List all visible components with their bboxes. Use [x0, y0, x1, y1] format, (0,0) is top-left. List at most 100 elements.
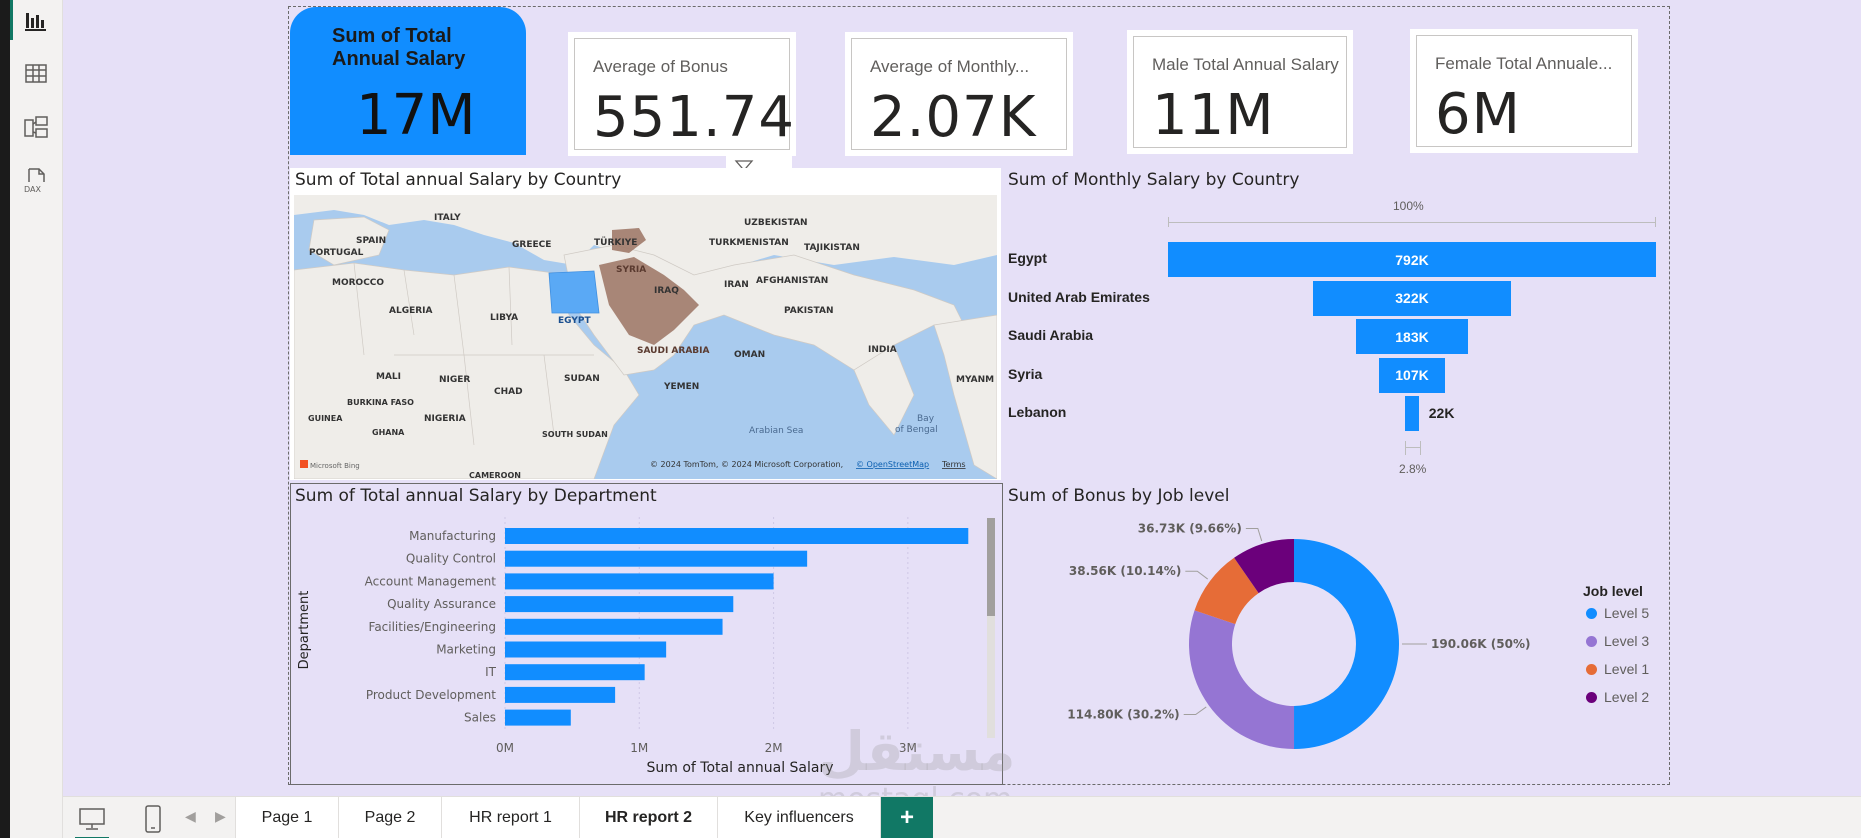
- avg-bonus-card[interactable]: Average of Bonus 551.74: [574, 38, 794, 150]
- female-total-card[interactable]: Female Total Annuale... 6M: [1416, 35, 1632, 147]
- female-total-value: 6M: [1435, 82, 1521, 147]
- report-view-icon[interactable]: [22, 8, 50, 36]
- dept-bar[interactable]: [505, 709, 571, 726]
- legend-dot-icon: [1586, 691, 1597, 703]
- map-label: MOROCCO: [332, 278, 384, 288]
- dept-category-label: Sales: [464, 711, 496, 725]
- legend-item[interactable]: Level 2: [1586, 689, 1649, 705]
- donut-data-label: 36.73K (9.66%): [1138, 522, 1242, 536]
- dept-category-label: IT: [485, 665, 497, 679]
- dax-label: DAX: [24, 185, 41, 194]
- donut-leader-line: [1245, 528, 1263, 542]
- map-label: GUINEA: [308, 414, 343, 423]
- scroll-tabs-left-icon[interactable]: ◀: [185, 808, 196, 825]
- dept-bar-chart[interactable]: 0M 1M 2M 3M Manufacturing Quality Control Acco…: [291, 505, 1000, 782]
- scroll-tabs-right-icon[interactable]: ▶: [215, 808, 226, 825]
- funnel-bar[interactable]: 107K: [1379, 357, 1445, 393]
- donut-slice[interactable]: [1189, 610, 1295, 749]
- mobile-layout-icon[interactable]: [143, 804, 163, 834]
- dept-category-label: Quality Assurance: [387, 597, 496, 611]
- dept-scrollbar-thumb[interactable]: [987, 518, 995, 616]
- map-label: BURKINA FASO: [347, 398, 414, 407]
- dept-bar[interactable]: [505, 528, 969, 544]
- dept-bar[interactable]: [505, 664, 645, 681]
- openstreetmap-link[interactable]: © OpenStreetMap: [856, 460, 929, 469]
- funnel-top-rule-right: [1655, 217, 1656, 227]
- funnel-title: Sum of Monthly Salary by Country: [1008, 170, 1300, 190]
- funnel-bar[interactable]: 792K: [1168, 242, 1656, 277]
- total-salary-title-line2: Annual Salary: [332, 48, 466, 70]
- desktop-layout-icon[interactable]: [75, 804, 109, 838]
- map-canvas[interactable]: ITALY SPAIN PORTUGAL GREECE TÜRKIYE UZBE…: [294, 195, 997, 479]
- legend-dot-icon: [1586, 635, 1597, 647]
- funnel-top-rule: [1168, 222, 1656, 223]
- map-label: EGYPT: [558, 316, 591, 326]
- map-label: SPAIN: [356, 236, 386, 246]
- donut-slice[interactable]: [1294, 539, 1400, 749]
- table-view-icon[interactable]: [22, 60, 50, 88]
- total-salary-card[interactable]: Sum of Total Annual Salary 17M: [290, 7, 526, 155]
- map-label: Bay: [917, 414, 935, 424]
- tab-hr-report-2[interactable]: HR report 2: [579, 797, 718, 838]
- funnel-bar[interactable]: 322K: [1312, 280, 1512, 316]
- map-label: UZBEKISTAN: [744, 218, 808, 228]
- male-total-label: Male Total Annual Salary: [1152, 55, 1339, 74]
- donut-data-label: 190.06K (50%): [1431, 637, 1530, 651]
- bing-attribution: Microsoft Bing: [310, 462, 360, 470]
- dax-query-view-icon[interactable]: DAX: [22, 166, 50, 194]
- dept-scrollbar-track[interactable]: [987, 518, 995, 738]
- bonus-donut-chart[interactable]: 190.06K (50%) 114.80K (30.2%) 38.56K (10.1…: [1060, 508, 1580, 770]
- bonus-title: Sum of Bonus by Job level: [1008, 486, 1230, 506]
- legend-item[interactable]: Level 3: [1586, 633, 1649, 649]
- map-label: of Bengal: [895, 425, 938, 435]
- avg-monthly-card[interactable]: Average of Monthly... 2.07K: [851, 38, 1067, 150]
- map-label: INDIA: [868, 345, 897, 355]
- legend-dot-icon: [1586, 607, 1597, 619]
- dept-bar[interactable]: [505, 686, 616, 703]
- legend-label: Level 5: [1604, 605, 1650, 621]
- dept-bar[interactable]: [505, 641, 667, 658]
- donut-data-label: 114.80K (30.2%): [1067, 708, 1179, 722]
- map-label: GREECE: [512, 240, 551, 250]
- tab-key-influencers[interactable]: Key influencers: [717, 797, 881, 838]
- legend-label: Level 1: [1604, 661, 1650, 677]
- tab-page-2[interactable]: Page 2: [338, 797, 442, 838]
- legend-item[interactable]: Level 1: [1586, 661, 1649, 677]
- map-region-egypt[interactable]: [548, 270, 600, 314]
- page-tab-bar: ◀ ▶ Page 1 Page 2 HR report 1 HR report …: [63, 796, 1861, 838]
- map-label: LIBYA: [490, 313, 518, 323]
- tab-hr-report-1[interactable]: HR report 1: [441, 797, 580, 838]
- map-label: MYANM: [956, 375, 994, 385]
- map-label: ALGERIA: [389, 306, 433, 316]
- dept-category-label: Product Development: [366, 688, 496, 702]
- funnel-top-rule-left: [1168, 217, 1169, 227]
- map-label: YEMEN: [663, 382, 699, 392]
- dept-bar[interactable]: [505, 596, 734, 613]
- funnel-bar[interactable]: [1405, 396, 1419, 431]
- map-label: SAUDI ARABIA: [637, 346, 710, 356]
- map-label: ITALY: [434, 213, 461, 223]
- model-view-icon[interactable]: [22, 114, 50, 142]
- map-label: IRAQ: [654, 286, 679, 296]
- dept-bar[interactable]: [505, 550, 808, 567]
- funnel-category-label: Saudi Arabia: [1008, 327, 1094, 343]
- dept-bar[interactable]: [505, 573, 774, 590]
- dept-category-label: Manufacturing: [409, 529, 496, 543]
- map-label: CHAD: [494, 387, 523, 397]
- funnel-bar[interactable]: 183K: [1355, 319, 1469, 354]
- map-label: OMAN: [734, 350, 765, 360]
- donut-leader-line: [1185, 570, 1209, 580]
- legend-item[interactable]: Level 5: [1586, 605, 1649, 621]
- dept-bar[interactable]: [505, 618, 723, 635]
- map-label: TÜRKIYE: [594, 237, 637, 248]
- male-total-card[interactable]: Male Total Annual Salary 11M: [1133, 36, 1347, 148]
- dept-x-tick: 0M: [496, 741, 514, 755]
- map-label: Arabian Sea: [749, 426, 803, 436]
- avg-monthly-label: Average of Monthly...: [870, 57, 1030, 76]
- dept-x-tick: 3M: [899, 741, 917, 755]
- dept-category-label: Marketing: [436, 643, 496, 657]
- add-page-button[interactable]: +: [881, 797, 933, 838]
- terms-link[interactable]: Terms: [941, 460, 966, 469]
- tab-page-1[interactable]: Page 1: [235, 797, 339, 838]
- funnel-category-label: Lebanon: [1008, 404, 1067, 420]
